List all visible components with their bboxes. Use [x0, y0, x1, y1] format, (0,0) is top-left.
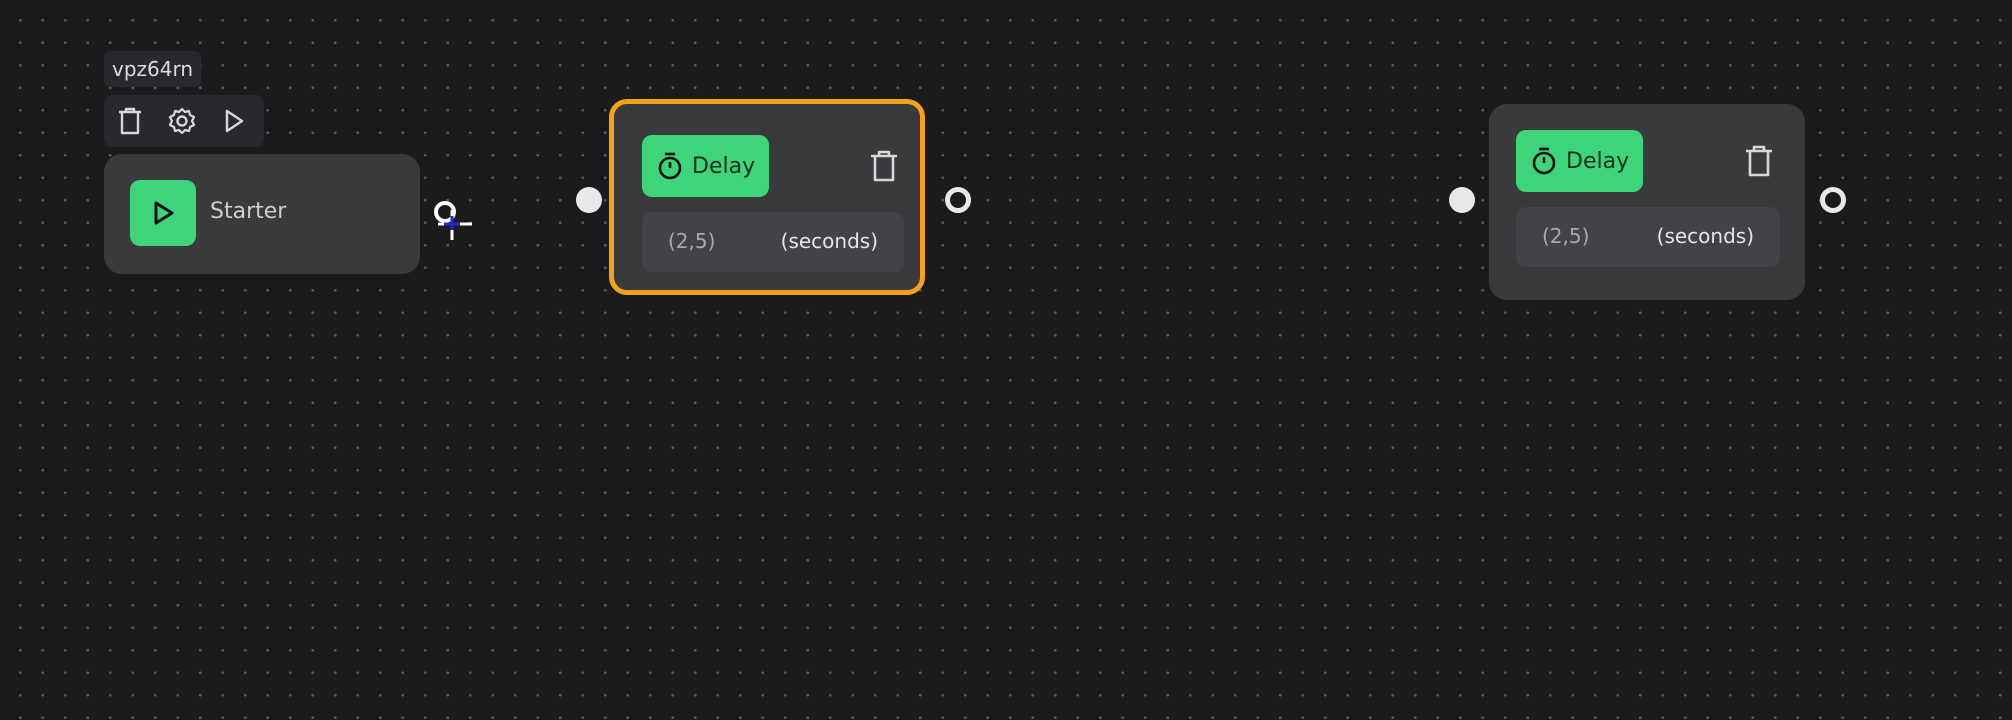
delay-2-param-row[interactable]: (2,5) (seconds): [1516, 207, 1780, 267]
play-icon: [225, 109, 244, 133]
stopwatch-icon: [658, 152, 682, 180]
delay-1-input-handle[interactable]: [576, 187, 602, 213]
trash-icon: [1746, 145, 1772, 177]
delay-1-value: (2,5): [668, 229, 716, 253]
stopwatch-icon: [1532, 147, 1556, 175]
starter-label: Starter: [210, 199, 287, 224]
delay-1-label: Delay: [692, 153, 756, 179]
node-id-label: vpz64rn: [104, 51, 202, 87]
delay-2-unit: (seconds): [1656, 224, 1754, 248]
delay-2-button[interactable]: Delay: [1516, 130, 1644, 192]
workflow-canvas[interactable]: vpz64rn Starter Delay (2,5) (seconds) De…: [0, 0, 2012, 720]
delay-1-unit: (seconds): [780, 229, 878, 253]
delay-node-2[interactable]: Delay (2,5) (seconds): [1489, 104, 1805, 300]
gear-icon: [168, 107, 196, 135]
starter-node[interactable]: Starter: [104, 154, 420, 274]
delay-2-label: Delay: [1566, 148, 1630, 174]
trash-icon: [119, 107, 141, 135]
run-node-button[interactable]: [208, 95, 260, 147]
delay-1-output-handle[interactable]: [945, 187, 971, 213]
delay-2-delete-button[interactable]: [1739, 141, 1779, 181]
delay-node-1[interactable]: Delay (2,5) (seconds): [609, 99, 925, 295]
delay-2-input-handle[interactable]: [1449, 187, 1475, 213]
trash-icon: [871, 150, 897, 182]
delay-1-delete-button[interactable]: [864, 146, 904, 186]
delay-2-output-handle[interactable]: [1820, 187, 1846, 213]
delay-1-button[interactable]: Delay: [642, 135, 770, 197]
play-icon: [154, 201, 174, 225]
node-settings-button[interactable]: [156, 95, 208, 147]
delay-2-value: (2,5): [1542, 224, 1590, 248]
delay-1-param-row[interactable]: (2,5) (seconds): [642, 212, 904, 272]
node-toolbar: [104, 95, 264, 147]
starter-icon-box: [130, 180, 196, 246]
delete-node-button[interactable]: [104, 95, 156, 147]
crosshair-cursor-icon: [434, 201, 472, 240]
